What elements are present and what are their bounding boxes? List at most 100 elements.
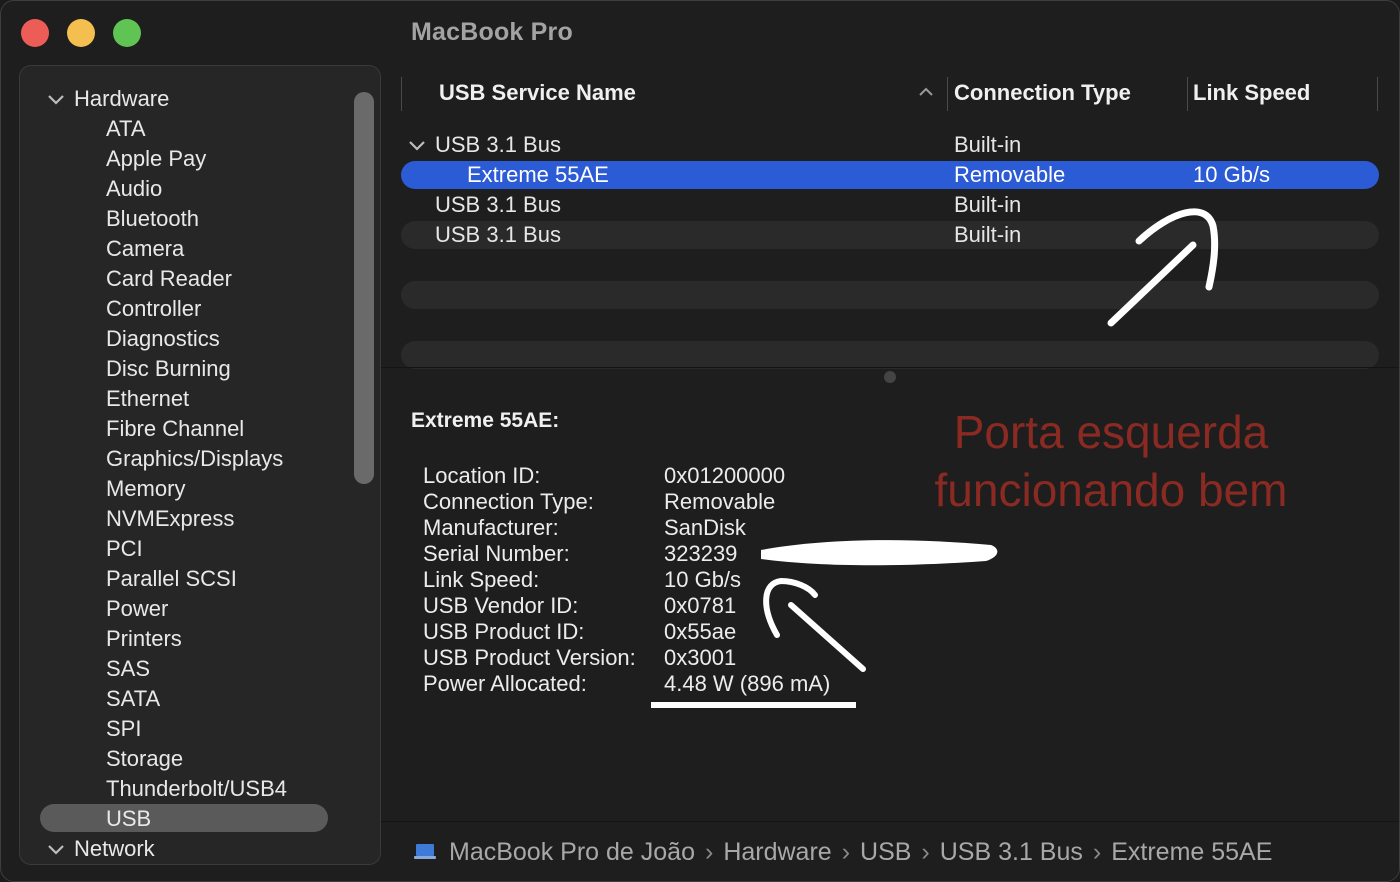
sidebar-item-sas[interactable]: SAS (20, 654, 350, 684)
usb-device-list: USB 3.1 Bus Built-in Extreme 55AE Remova… (381, 129, 1399, 429)
service-name: USB 3.1 Bus (435, 192, 561, 217)
sidebar-item-parallel-scsi[interactable]: Parallel SCSI (20, 564, 350, 594)
chevron-right-icon: › (704, 838, 714, 866)
split-divider (381, 367, 1399, 368)
title-bar: MacBook Pro (1, 1, 1399, 65)
sidebar-item-controller[interactable]: Controller (20, 294, 350, 324)
sidebar: Hardware ATA Apple Pay Audio Bluetooth C… (19, 65, 381, 865)
property-value: Removable (664, 489, 776, 514)
property-key: Location ID: (423, 463, 541, 488)
table-row-selected[interactable]: Extreme 55AE Removable 10 Gb/s (401, 161, 1379, 189)
sidebar-item-printers[interactable]: Printers (20, 624, 350, 654)
sidebar-item-pci[interactable]: PCI (20, 534, 350, 564)
breadcrumb-item[interactable]: USB (860, 838, 911, 866)
close-window-button[interactable] (21, 19, 49, 47)
property-row: USB Product ID: 0x55ae (381, 619, 1081, 645)
sidebar-group-label: Hardware (74, 86, 170, 111)
detail-title: Extreme 55AE: (411, 409, 560, 432)
sidebar-item-disc-burning[interactable]: Disc Burning (20, 354, 350, 384)
sidebar-scrollbar[interactable] (354, 92, 374, 484)
sidebar-item-card-reader[interactable]: Card Reader (20, 264, 350, 294)
chevron-down-icon[interactable] (46, 836, 66, 862)
service-name: Extreme 55AE (467, 162, 609, 187)
chevron-down-icon[interactable] (407, 133, 427, 157)
chevron-right-icon: › (921, 838, 930, 866)
property-row: Power Allocated: 4.48 W (896 mA) (381, 671, 1081, 697)
property-key: Manufacturer: (423, 515, 559, 540)
property-value: SanDisk (664, 515, 746, 540)
sidebar-item-ata[interactable]: ATA (20, 114, 350, 144)
column-header-link-speed[interactable]: Link Speed (1193, 79, 1310, 107)
breadcrumb-item[interactable]: USB 3.1 Bus (940, 838, 1083, 866)
sidebar-item-camera[interactable]: Camera (20, 234, 350, 264)
annotation-line-1: Porta esquerda (953, 406, 1269, 458)
breadcrumb-item[interactable]: Extreme 55AE (1111, 838, 1272, 866)
chevron-right-icon: › (841, 838, 851, 866)
sidebar-item-audio[interactable]: Audio (20, 174, 350, 204)
table-row[interactable]: USB 3.1 Bus Built-in (401, 221, 1379, 249)
connection-type: Removable (954, 162, 1066, 187)
sidebar-group-hardware[interactable]: Hardware (20, 84, 350, 114)
connection-type: Built-in (954, 192, 1022, 217)
column-divider[interactable] (947, 77, 948, 111)
annotation-text: Porta esquerda funcionando bem (901, 403, 1321, 519)
service-name: USB 3.1 Bus (435, 132, 561, 157)
sidebar-group-network[interactable]: Network (20, 834, 350, 864)
property-value: 4.48 W (896 mA) (664, 671, 831, 696)
sidebar-item-ethernet[interactable]: Ethernet (20, 384, 350, 414)
sidebar-item-storage[interactable]: Storage (20, 744, 350, 774)
connection-type: Built-in (954, 222, 1022, 247)
property-row: USB Product Version: 0x3001 (381, 645, 1081, 671)
connection-type: Built-in (954, 132, 1022, 157)
sidebar-item-apple-pay[interactable]: Apple Pay (20, 144, 350, 174)
column-divider[interactable] (1187, 77, 1188, 111)
system-information-window: MacBook Pro Hardware ATA Apple Pay Audio… (0, 0, 1400, 882)
selection-highlight (40, 804, 328, 832)
sidebar-item-power[interactable]: Power (20, 594, 350, 624)
property-value: 323239 (664, 541, 738, 566)
sidebar-item-fibre-channel[interactable]: Fibre Channel (20, 414, 350, 444)
table-row-empty (401, 281, 1379, 309)
breadcrumb-item[interactable]: Hardware (723, 838, 831, 866)
sidebar-item-bluetooth[interactable]: Bluetooth (20, 204, 350, 234)
table-row[interactable]: USB 3.1 Bus Built-in (401, 131, 1379, 159)
sidebar-item-usb[interactable]: USB (20, 804, 350, 834)
column-divider[interactable] (1377, 77, 1378, 111)
table-row-empty (401, 341, 1379, 369)
chevron-down-icon[interactable] (46, 86, 66, 112)
column-header-service-name[interactable]: USB Service Name (439, 79, 636, 107)
breadcrumb: MacBook Pro de João › Hardware › USB › USB 3.1… (449, 836, 1272, 868)
sidebar-item-memory[interactable]: Memory (20, 474, 350, 504)
property-key: USB Product Version: (423, 645, 636, 670)
property-key: Power Allocated: (423, 671, 587, 696)
sidebar-item-thunderbolt-usb4[interactable]: Thunderbolt/USB4 (20, 774, 350, 804)
column-divider (401, 77, 402, 111)
sidebar-item-diagnostics[interactable]: Diagnostics (20, 324, 350, 354)
minimize-window-button[interactable] (67, 19, 95, 47)
property-row: USB Vendor ID: 0x0781 (381, 593, 1081, 619)
breadcrumb-item[interactable]: MacBook Pro de João (449, 838, 695, 866)
split-view-handle[interactable] (884, 371, 896, 383)
sidebar-item-nvmexpress[interactable]: NVMExpress (20, 504, 350, 534)
main-panel: USB Service Name Connection Type Link Sp… (381, 65, 1399, 881)
service-name: USB 3.1 Bus (435, 222, 561, 247)
table-header: USB Service Name Connection Type Link Sp… (381, 65, 1399, 121)
window-title: MacBook Pro (411, 18, 573, 46)
property-row: Serial Number: 323239 (381, 541, 1081, 567)
sidebar-item-graphics-displays[interactable]: Graphics/Displays (20, 444, 350, 474)
property-key: USB Product ID: (423, 619, 585, 644)
sidebar-item-spi[interactable]: SPI (20, 714, 350, 744)
column-header-connection-type[interactable]: Connection Type (954, 79, 1131, 107)
property-key: Link Speed: (423, 567, 540, 592)
zoom-window-button[interactable] (113, 19, 141, 47)
sort-ascending-icon[interactable] (917, 83, 935, 101)
annotation-line-2: funcionando bem (934, 464, 1288, 516)
property-row: Link Speed: 10 Gb/s (381, 567, 1081, 593)
link-speed: 10 Gb/s (1193, 162, 1271, 187)
sidebar-item-sata[interactable]: SATA (20, 684, 350, 714)
table-row[interactable]: USB 3.1 Bus Built-in (401, 191, 1379, 219)
property-key: Connection Type: (423, 489, 594, 514)
breadcrumb-bar: MacBook Pro de João › Hardware › USB › USB 3.1… (381, 821, 1399, 881)
property-key: USB Vendor ID: (423, 593, 579, 618)
laptop-icon (414, 844, 436, 859)
